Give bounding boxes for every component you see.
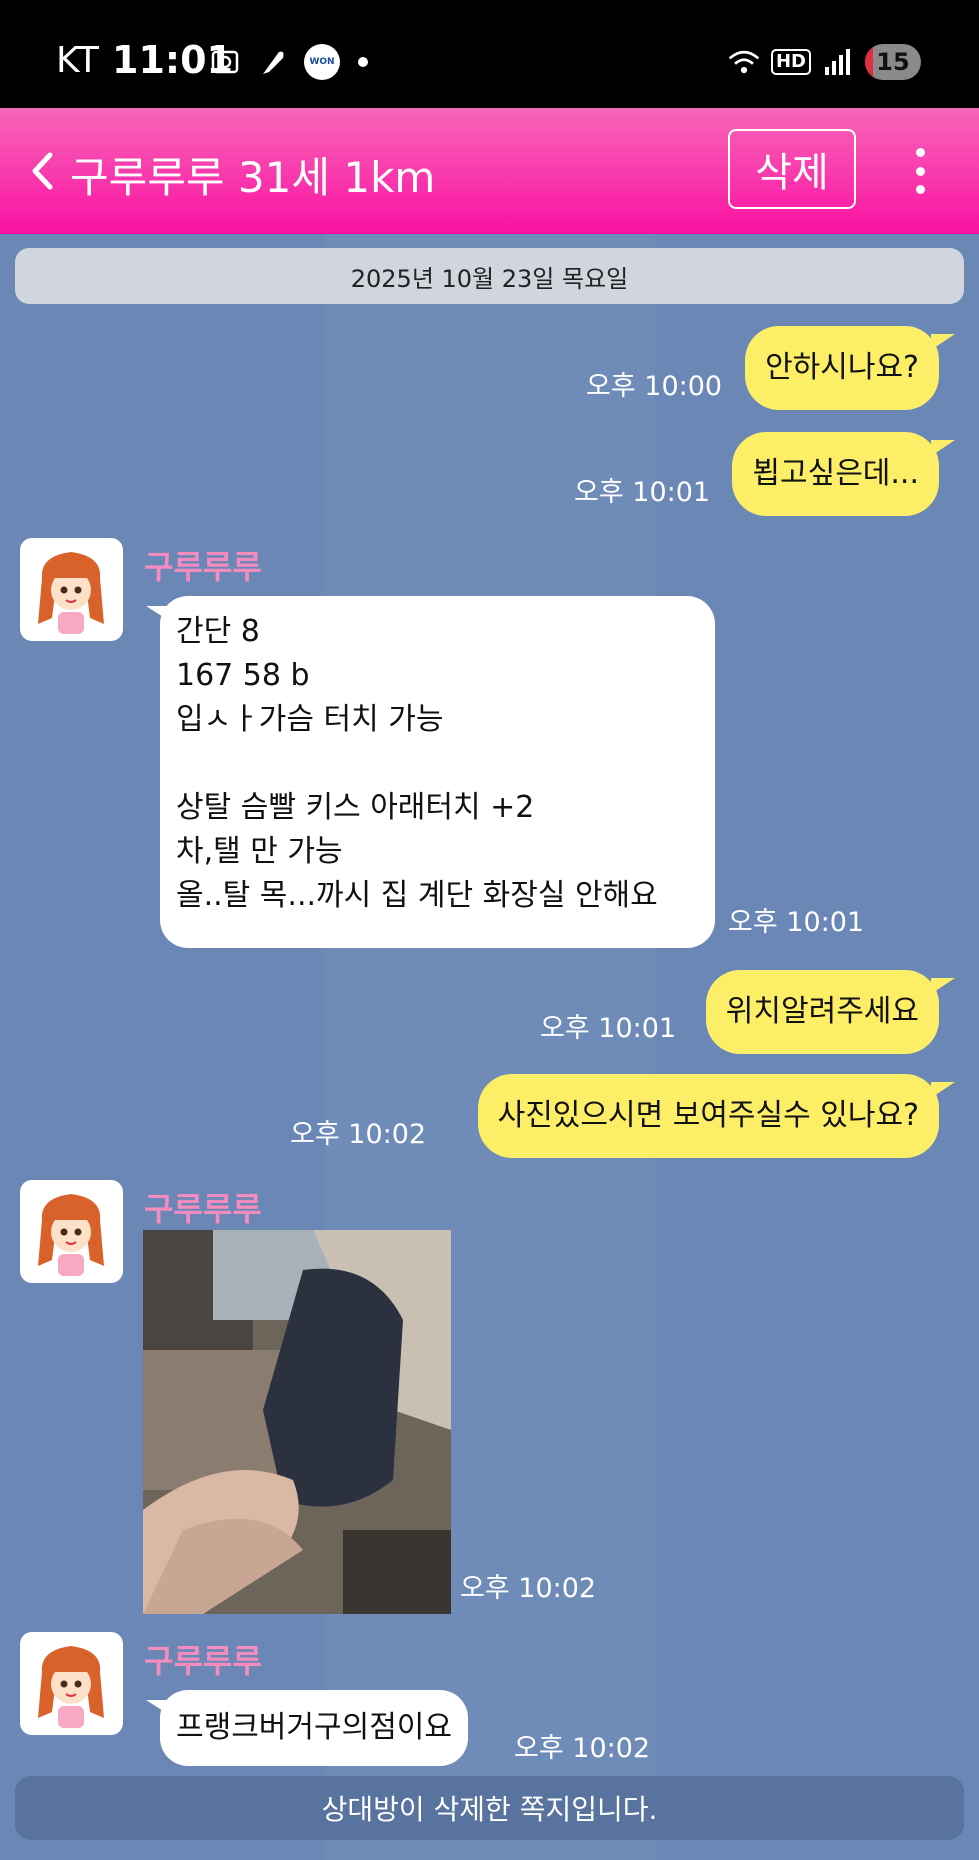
message-line: 올..탈 목...까시 집 계단 화장실 안해요 xyxy=(176,878,658,913)
avatar-image xyxy=(38,1646,104,1728)
battery-indicator: 15 xyxy=(865,44,921,80)
message-text: 위치알려주세요 xyxy=(725,994,919,1029)
photo-image xyxy=(143,1230,451,1614)
message-time: 오후 10:02 xyxy=(460,1573,597,1604)
chat-header: 구루루루 31세 1km 삭제 xyxy=(0,108,979,234)
outgoing-message[interactable]: 안하시나요? xyxy=(745,326,955,410)
outgoing-message[interactable]: 뵙고싶은데... xyxy=(732,432,955,516)
message-time: 오후 10:02 xyxy=(514,1733,651,1764)
avatar[interactable] xyxy=(20,1180,123,1283)
feather-icon xyxy=(256,45,290,79)
chat-title: 구루루루 31세 1km xyxy=(70,153,436,202)
avatar[interactable] xyxy=(20,538,123,641)
message-text: 프랭크버거구의점이요 xyxy=(176,1710,452,1745)
status-bar: KT 11:01 WON HD 15 xyxy=(0,0,979,108)
photo-message[interactable] xyxy=(143,1230,451,1614)
hd-voice-badge: HD xyxy=(770,49,811,75)
message-line: 차,탤 만 가능 xyxy=(176,834,343,869)
message-time: 오후 10:00 xyxy=(586,371,723,402)
incoming-message[interactable]: 프랭크버거구의점이요 xyxy=(146,1690,468,1766)
notification-dot-icon xyxy=(358,57,368,67)
avatar-image xyxy=(38,1194,104,1276)
message-time: 오후 10:02 xyxy=(290,1119,427,1150)
back-button[interactable] xyxy=(22,144,62,198)
avatar[interactable] xyxy=(20,1632,123,1735)
chat-area[interactable]: 2025년 10월 23일 목요일 안하시나요? 오후 10:00 뵙고싶은데.… xyxy=(0,234,979,1860)
wifi-icon xyxy=(727,45,761,79)
deleted-notice-bar: 상대방이 삭제한 쪽지입니다. xyxy=(15,1776,964,1840)
message-time: 오후 10:01 xyxy=(540,1013,677,1044)
date-separator: 2025년 10월 23일 목요일 xyxy=(15,248,964,304)
signal-icon xyxy=(821,45,855,79)
screenshot-icon xyxy=(208,45,242,79)
carrier-label: KT xyxy=(56,40,99,81)
message-line: 상탈 슴빨 키스 아래터치 +2 xyxy=(176,790,535,825)
message-line: 167 58 b xyxy=(176,658,310,693)
chevron-left-icon xyxy=(32,152,53,190)
outgoing-message[interactable]: 위치알려주세요 xyxy=(705,970,955,1054)
message-text: 뵙고싶은데... xyxy=(752,456,919,491)
message-text: 사진있으시면 보여주실수 있나요? xyxy=(497,1098,919,1133)
sender-name: 구루루루 xyxy=(144,1642,262,1680)
message-time: 오후 10:01 xyxy=(728,907,865,938)
sender-name: 구루루루 xyxy=(144,548,262,586)
message-line xyxy=(176,742,699,786)
outgoing-message[interactable]: 사진있으시면 보여주실수 있나요? xyxy=(477,1074,955,1158)
won-app-icon: WON xyxy=(304,44,340,80)
message-time: 오후 10:01 xyxy=(574,477,711,508)
message-line: 입ㅅㅏ가슴 터치 가능 xyxy=(176,702,444,737)
sender-name: 구루루루 xyxy=(144,1190,262,1228)
incoming-message[interactable]: 간단 8 167 58 b 입ㅅㅏ가슴 터치 가능 상탈 슴빨 키스 아래터치 … xyxy=(146,596,715,948)
message-text: 안하시나요? xyxy=(765,350,919,385)
avatar-image xyxy=(38,552,104,634)
delete-button[interactable]: 삭제 xyxy=(728,129,856,209)
message-line: 간단 8 xyxy=(176,614,260,649)
more-options-icon[interactable] xyxy=(900,148,940,194)
